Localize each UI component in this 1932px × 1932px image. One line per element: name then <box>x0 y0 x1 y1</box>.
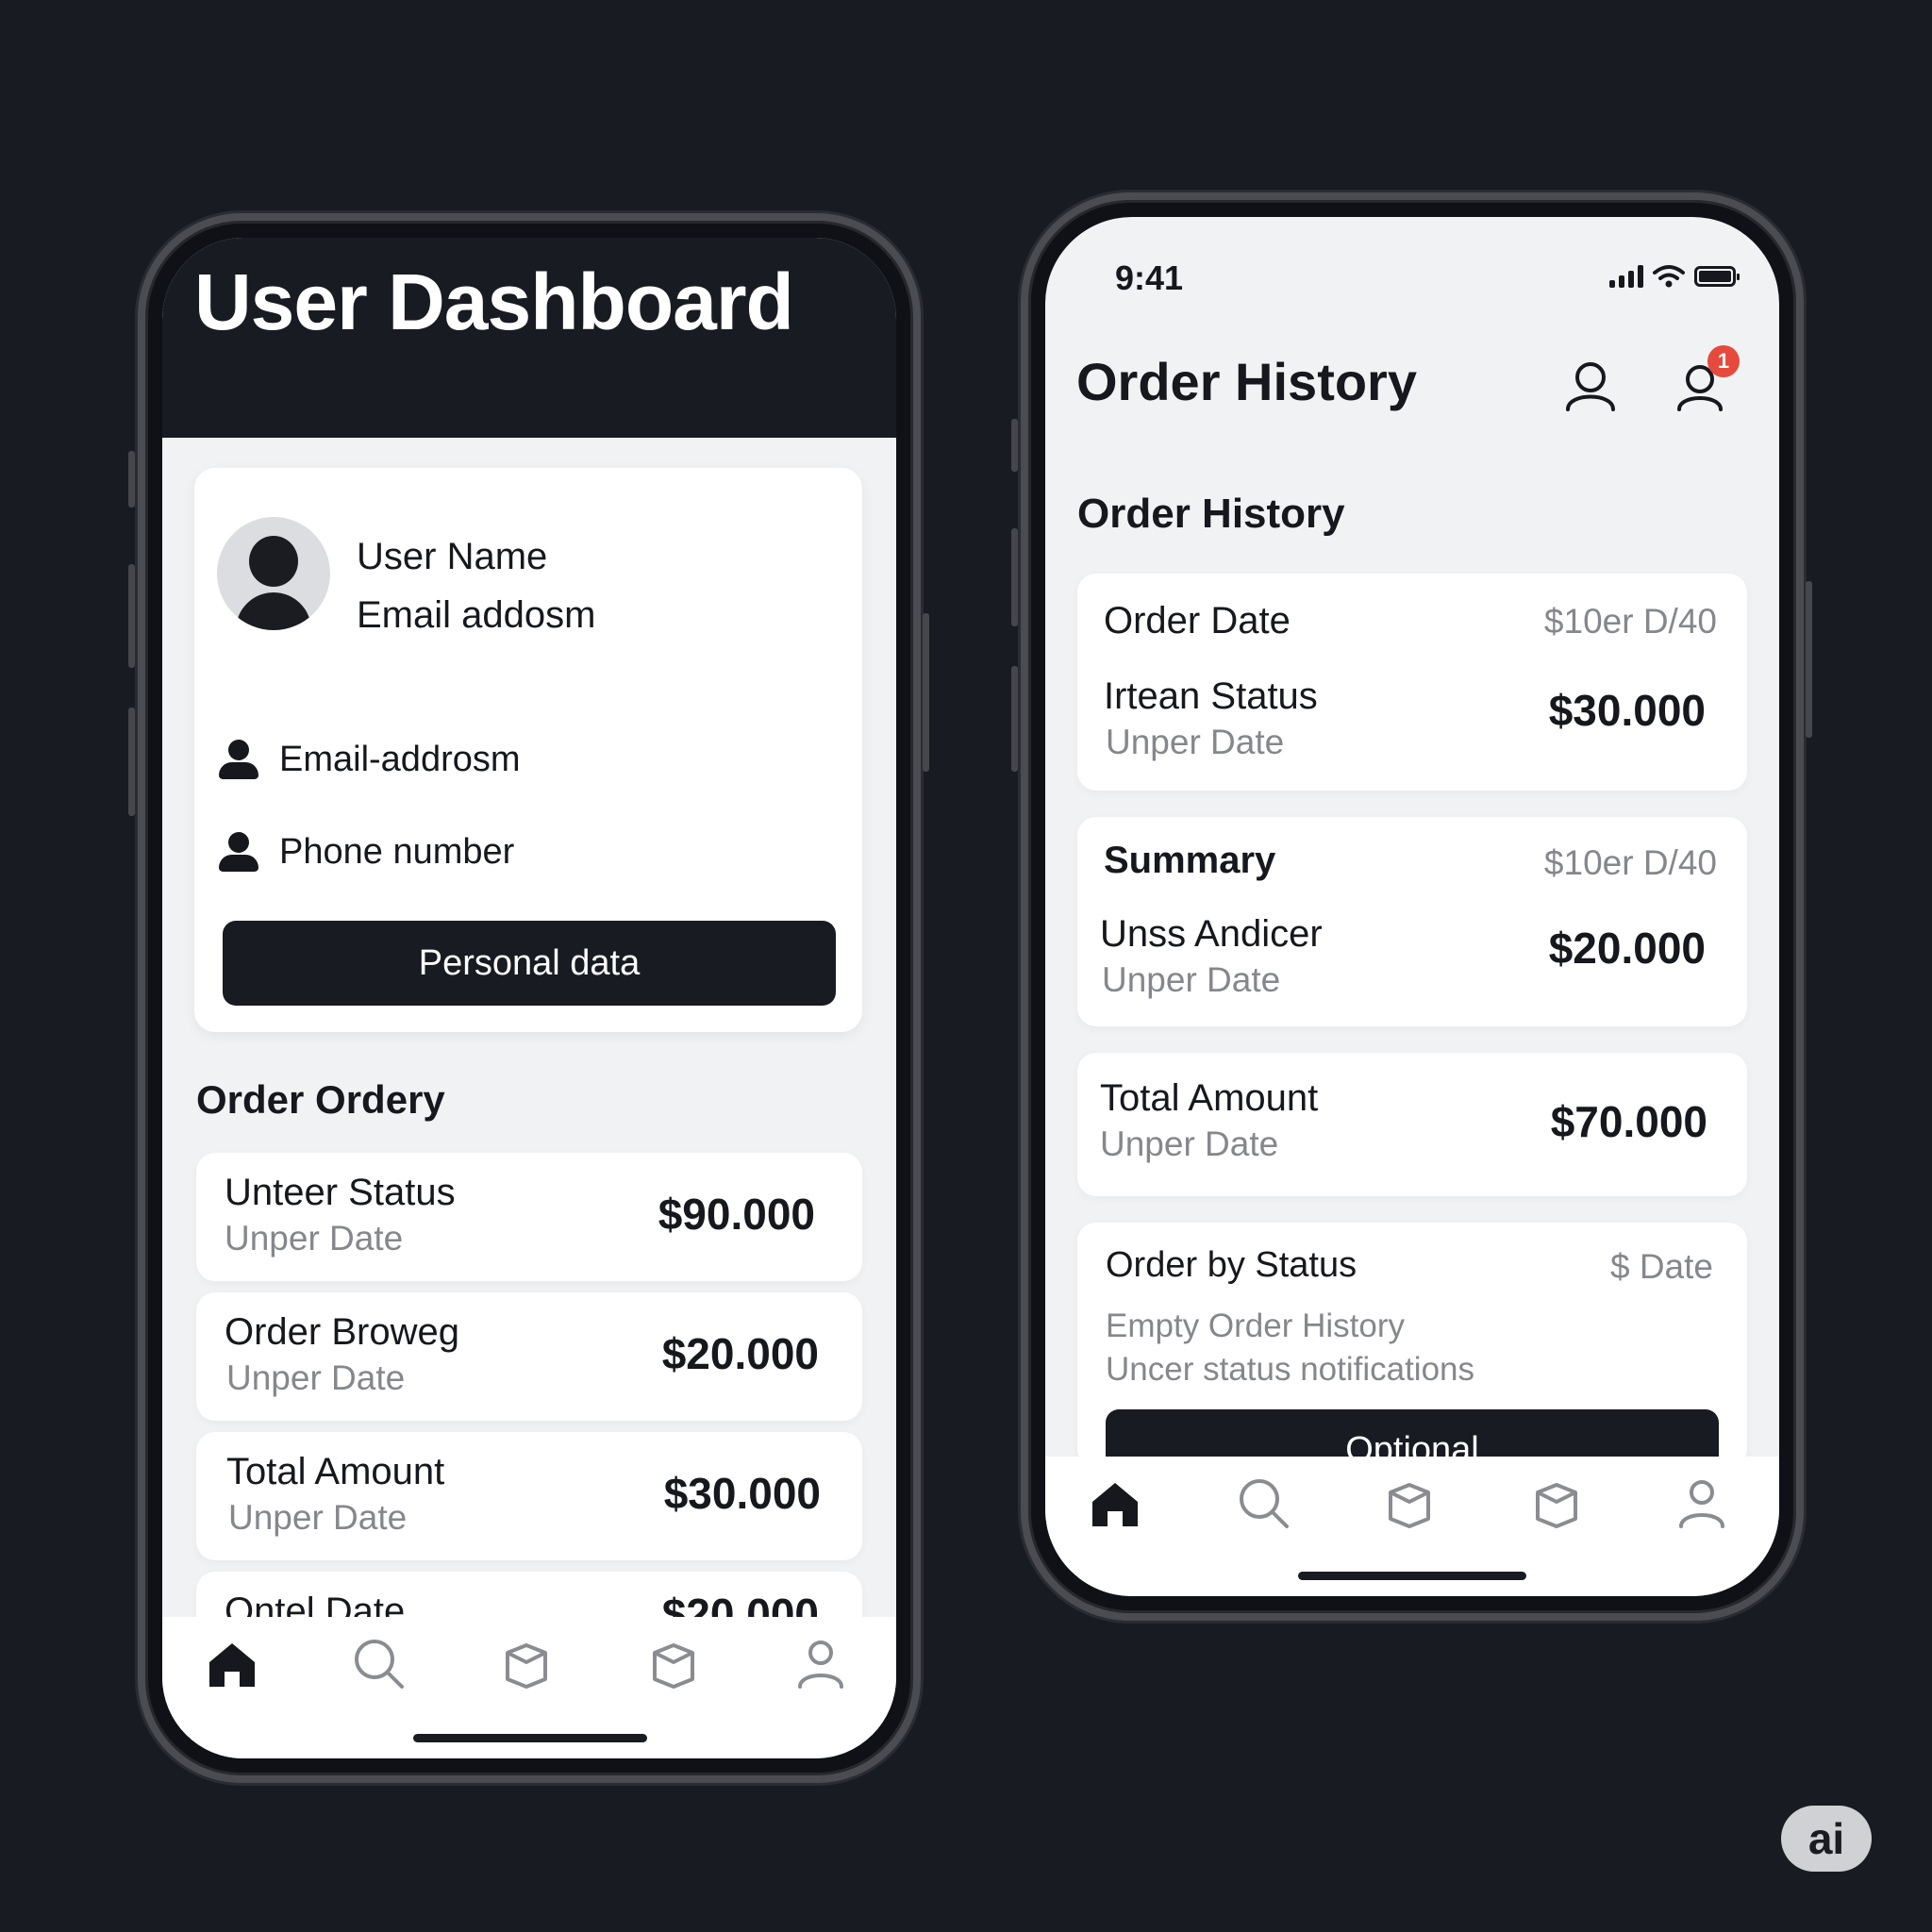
order-title: Order Broweg <box>225 1311 459 1353</box>
summary-row-title: Unss Andicer <box>1100 913 1323 955</box>
tab-profile[interactable] <box>1674 1475 1730 1532</box>
profile-icon <box>798 1641 843 1689</box>
dashboard-header: User Dashboard <box>162 238 896 438</box>
order-amount: $20.000 <box>661 1329 819 1378</box>
section-title: Order Ordery <box>196 1077 445 1122</box>
order-card[interactable]: Unteer Status Unper Date $90.000 <box>196 1153 862 1281</box>
profile-icon <box>1679 1480 1724 1528</box>
status-card-meta: $ Date <box>1609 1247 1713 1286</box>
summary-card[interactable]: Summary $10er D/40 Unss Andicer Unper Da… <box>1077 817 1747 1026</box>
order-title: Total Amount <box>226 1451 445 1492</box>
user-name: User Name <box>357 536 548 577</box>
side-button <box>128 564 135 668</box>
status-card-title: Order by Status <box>1106 1245 1357 1285</box>
dashboard-screen: User Dashboard User Name Email addosm Em… <box>162 238 896 1758</box>
battery-icon <box>1694 266 1740 287</box>
order-status: Irtean Status <box>1104 675 1318 717</box>
order-card[interactable]: Total Amount Unper Date $30.000 <box>196 1432 862 1560</box>
tab-packages[interactable] <box>645 1636 702 1692</box>
status-line-2: Uncer status notifications <box>1106 1351 1475 1388</box>
ai-watermark: ai <box>1781 1806 1872 1872</box>
status-card[interactable]: Order by Status $ Date Empty Order Histo… <box>1077 1223 1747 1494</box>
side-button <box>1806 581 1812 738</box>
summary-title: Summary <box>1104 840 1276 881</box>
summary-amount: $20.000 <box>1548 924 1706 973</box>
order-date: Unper Date <box>225 1219 404 1257</box>
order-card-title: Order Date <box>1104 600 1291 641</box>
home-indicator[interactable] <box>1298 1572 1526 1580</box>
side-button <box>1011 419 1018 472</box>
person-icon <box>215 736 262 783</box>
box-icon <box>653 1643 694 1689</box>
status-icons <box>1609 264 1740 289</box>
order-card-meta: $10er D/40 <box>1543 602 1717 641</box>
personal-data-button[interactable]: Personal data <box>223 921 836 1006</box>
search-icon <box>1240 1479 1289 1528</box>
tab-orders[interactable] <box>1381 1475 1438 1532</box>
wifi-icon <box>1653 265 1685 288</box>
avatar[interactable] <box>217 517 330 630</box>
total-card[interactable]: Total Amount Unper Date $70.000 <box>1077 1053 1747 1196</box>
side-button <box>1011 666 1018 772</box>
home-indicator[interactable] <box>413 1734 647 1742</box>
profile-icon <box>1566 362 1615 411</box>
email-row-label: Email-addrosm <box>279 739 521 779</box>
summary-date: Unper Date <box>1102 960 1281 999</box>
signal-icon <box>1609 265 1643 288</box>
order-card[interactable]: Order Broweg Unper Date $20.000 <box>196 1292 862 1421</box>
order-date: Unper Date <box>228 1498 408 1537</box>
box-icon <box>1389 1483 1430 1528</box>
page-title: User Dashboard <box>194 258 794 346</box>
tab-search[interactable] <box>1236 1475 1292 1532</box>
side-button <box>128 708 135 816</box>
order-amount: $30.000 <box>1548 686 1706 735</box>
home-icon <box>209 1643 255 1687</box>
person-icon <box>215 828 262 875</box>
tab-search[interactable] <box>351 1636 408 1692</box>
tab-home[interactable] <box>204 1636 260 1692</box>
tab-packages[interactable] <box>1528 1475 1585 1532</box>
phone-row[interactable]: Phone number <box>215 828 514 875</box>
profile-button[interactable] <box>1562 358 1619 415</box>
order-amount: $30.000 <box>663 1469 821 1518</box>
side-button <box>923 613 929 772</box>
email-row[interactable]: Email-addrosm <box>215 736 521 783</box>
order-amount: $90.000 <box>658 1190 815 1239</box>
summary-meta: $10er D/40 <box>1543 843 1717 882</box>
box-icon <box>1536 1483 1577 1528</box>
tab-profile[interactable] <box>792 1636 849 1692</box>
side-button <box>128 451 135 508</box>
total-title: Total Amount <box>1100 1077 1319 1119</box>
section-title: Order History <box>1077 491 1345 537</box>
order-date: Unper Date <box>226 1358 406 1397</box>
order-card[interactable]: Order Date $10er D/40 Irtean Status Unpe… <box>1077 574 1747 791</box>
home-icon <box>1092 1483 1138 1526</box>
tab-orders[interactable] <box>498 1636 555 1692</box>
order-history-screen: 9:41 Order History 1 Order History Order… <box>1045 217 1779 1596</box>
box-icon <box>506 1643 547 1689</box>
total-amount: $70.000 <box>1550 1097 1707 1146</box>
order-title: Unteer Status <box>225 1172 456 1213</box>
page-title: Order History <box>1076 352 1417 411</box>
total-date: Unper Date <box>1100 1124 1279 1163</box>
side-button <box>1011 528 1018 626</box>
status-line-1: Empty Order History <box>1106 1307 1405 1344</box>
status-time: 9:41 <box>1115 258 1184 297</box>
phone-row-label: Phone number <box>279 831 515 872</box>
tab-home[interactable] <box>1087 1475 1143 1532</box>
search-icon <box>355 1640 404 1689</box>
order-date: Unper Date <box>1106 723 1285 761</box>
user-email: Email addosm <box>357 594 596 636</box>
notification-badge: 1 <box>1707 345 1740 377</box>
